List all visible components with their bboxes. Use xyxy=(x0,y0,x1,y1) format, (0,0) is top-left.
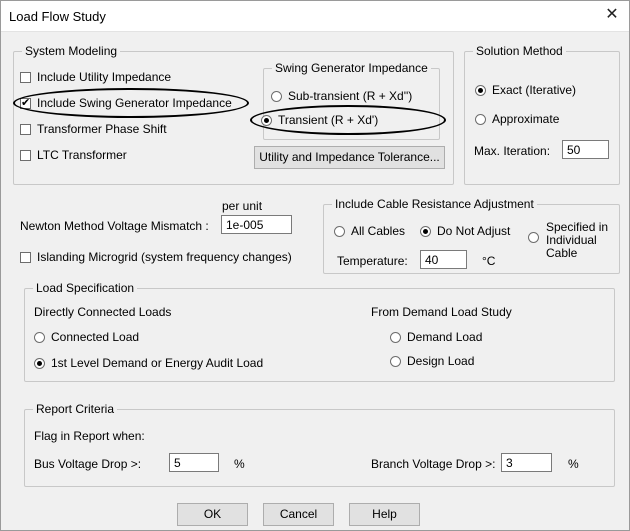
cancel-button[interactable]: Cancel xyxy=(263,503,334,526)
max-iteration-input[interactable] xyxy=(562,140,609,159)
branch-voltage-drop-input[interactable] xyxy=(501,453,552,472)
all-cables-radio[interactable]: All Cables xyxy=(334,224,405,238)
ltc-transformer-checkbox[interactable]: LTC Transformer xyxy=(20,148,127,162)
radio-label: Connected Load xyxy=(51,330,140,344)
radio-button[interactable] xyxy=(475,113,486,125)
title-bar: Load Flow Study ✕ xyxy=(1,1,629,32)
subtransient-radio[interactable]: Sub-transient (R + Xd'') xyxy=(271,89,412,103)
checkbox-box[interactable] xyxy=(20,123,31,135)
exact-iterative-radio[interactable]: Exact (Iterative) xyxy=(475,83,576,97)
help-button[interactable]: Help xyxy=(349,503,420,526)
radio-label: Design Load xyxy=(407,354,475,368)
radio-label: Do Not Adjust xyxy=(437,224,511,238)
checkbox-box[interactable] xyxy=(20,96,31,109)
checkbox-box[interactable] xyxy=(20,149,31,161)
checkbox-box[interactable] xyxy=(20,71,31,83)
include-swing-generator-impedance-checkbox[interactable]: Include Swing Generator Impedance xyxy=(20,96,232,110)
do-not-adjust-radio[interactable]: Do Not Adjust xyxy=(420,224,510,238)
newton-mismatch-label: Newton Method Voltage Mismatch : xyxy=(20,219,209,233)
radio-button[interactable] xyxy=(390,331,401,343)
temperature-input[interactable] xyxy=(420,250,467,269)
radio-label: Transient (R + Xd') xyxy=(278,113,379,127)
swing-generator-impedance-group: Swing Generator Impedance xyxy=(263,61,440,140)
branch-voltage-drop-label: Branch Voltage Drop >: xyxy=(371,457,496,471)
system-modeling-label: System Modeling xyxy=(22,44,121,58)
radio-label: Sub-transient (R + Xd'') xyxy=(288,89,413,103)
swing-generator-impedance-label: Swing Generator Impedance xyxy=(272,61,431,75)
temperature-unit: °C xyxy=(482,254,496,268)
max-iteration-label: Max. Iteration: xyxy=(474,144,551,158)
bus-voltage-drop-label: Bus Voltage Drop >: xyxy=(34,457,142,471)
radio-button[interactable] xyxy=(34,331,45,343)
radio-button[interactable] xyxy=(261,114,272,126)
connected-load-radio[interactable]: Connected Load xyxy=(34,330,139,344)
report-criteria-label: Report Criteria xyxy=(33,402,118,416)
utility-impedance-tolerance-button[interactable]: Utility and Impedance Tolerance... xyxy=(254,146,445,169)
radio-button[interactable] xyxy=(420,225,431,237)
radio-button[interactable] xyxy=(390,355,401,367)
radio-label: Exact (Iterative) xyxy=(492,83,577,97)
bus-voltage-drop-input[interactable] xyxy=(169,453,219,472)
radio-button[interactable] xyxy=(334,225,345,237)
radio-button[interactable] xyxy=(475,84,486,96)
directly-connected-loads-label: Directly Connected Loads xyxy=(34,305,172,319)
radio-button[interactable] xyxy=(34,357,45,369)
checkbox-label: Islanding Microgrid (system frequency ch… xyxy=(37,250,292,264)
load-specification-label: Load Specification xyxy=(33,281,138,295)
branch-voltage-drop-percent: % xyxy=(568,457,579,471)
temperature-label: Temperature: xyxy=(337,254,408,268)
radio-button[interactable] xyxy=(271,90,282,102)
radio-label: Demand Load xyxy=(407,330,483,344)
specified-in-cable-radio[interactable] xyxy=(528,232,539,243)
radio-label: All Cables xyxy=(351,224,406,238)
transient-radio[interactable]: Transient (R + Xd') xyxy=(261,113,378,127)
include-utility-impedance-checkbox[interactable]: Include Utility Impedance xyxy=(20,70,171,84)
load-flow-study-dialog: Load Flow Study ✕ System Modeling Includ… xyxy=(0,0,630,531)
window-title: Load Flow Study xyxy=(9,9,106,24)
islanding-microgrid-checkbox[interactable]: Islanding Microgrid (system frequency ch… xyxy=(20,250,292,264)
first-level-demand-radio[interactable]: 1st Level Demand or Energy Audit Load xyxy=(34,356,263,370)
from-demand-load-study-label: From Demand Load Study xyxy=(371,305,512,319)
close-icon[interactable]: ✕ xyxy=(603,6,621,24)
cable-resistance-label: Include Cable Resistance Adjustment xyxy=(332,197,537,211)
specified-line3: Cable xyxy=(546,246,578,260)
checkbox-label: LTC Transformer xyxy=(37,148,127,162)
specified-line2: Individual xyxy=(546,233,597,247)
checkbox-label: Transformer Phase Shift xyxy=(37,122,167,136)
flag-in-report-label: Flag in Report when: xyxy=(34,429,145,443)
checkbox-label: Include Swing Generator Impedance xyxy=(37,96,232,110)
design-load-radio[interactable]: Design Load xyxy=(390,354,474,368)
transformer-phase-shift-checkbox[interactable]: Transformer Phase Shift xyxy=(20,122,167,136)
demand-load-radio[interactable]: Demand Load xyxy=(390,330,482,344)
checkbox-label: Include Utility Impedance xyxy=(37,70,172,84)
bus-voltage-drop-percent: % xyxy=(234,457,245,471)
specified-line1: Specified in xyxy=(546,220,609,234)
report-criteria-group: Report Criteria xyxy=(24,402,615,487)
radio-label: 1st Level Demand or Energy Audit Load xyxy=(51,356,264,370)
ok-button[interactable]: OK xyxy=(177,503,248,526)
newton-mismatch-input[interactable] xyxy=(221,215,292,234)
solution-method-label: Solution Method xyxy=(473,44,566,58)
radio-label: Approximate xyxy=(492,112,560,126)
approximate-radio[interactable]: Approximate xyxy=(475,112,559,126)
per-unit-label: per unit xyxy=(222,199,263,213)
checkbox-box[interactable] xyxy=(20,251,31,263)
